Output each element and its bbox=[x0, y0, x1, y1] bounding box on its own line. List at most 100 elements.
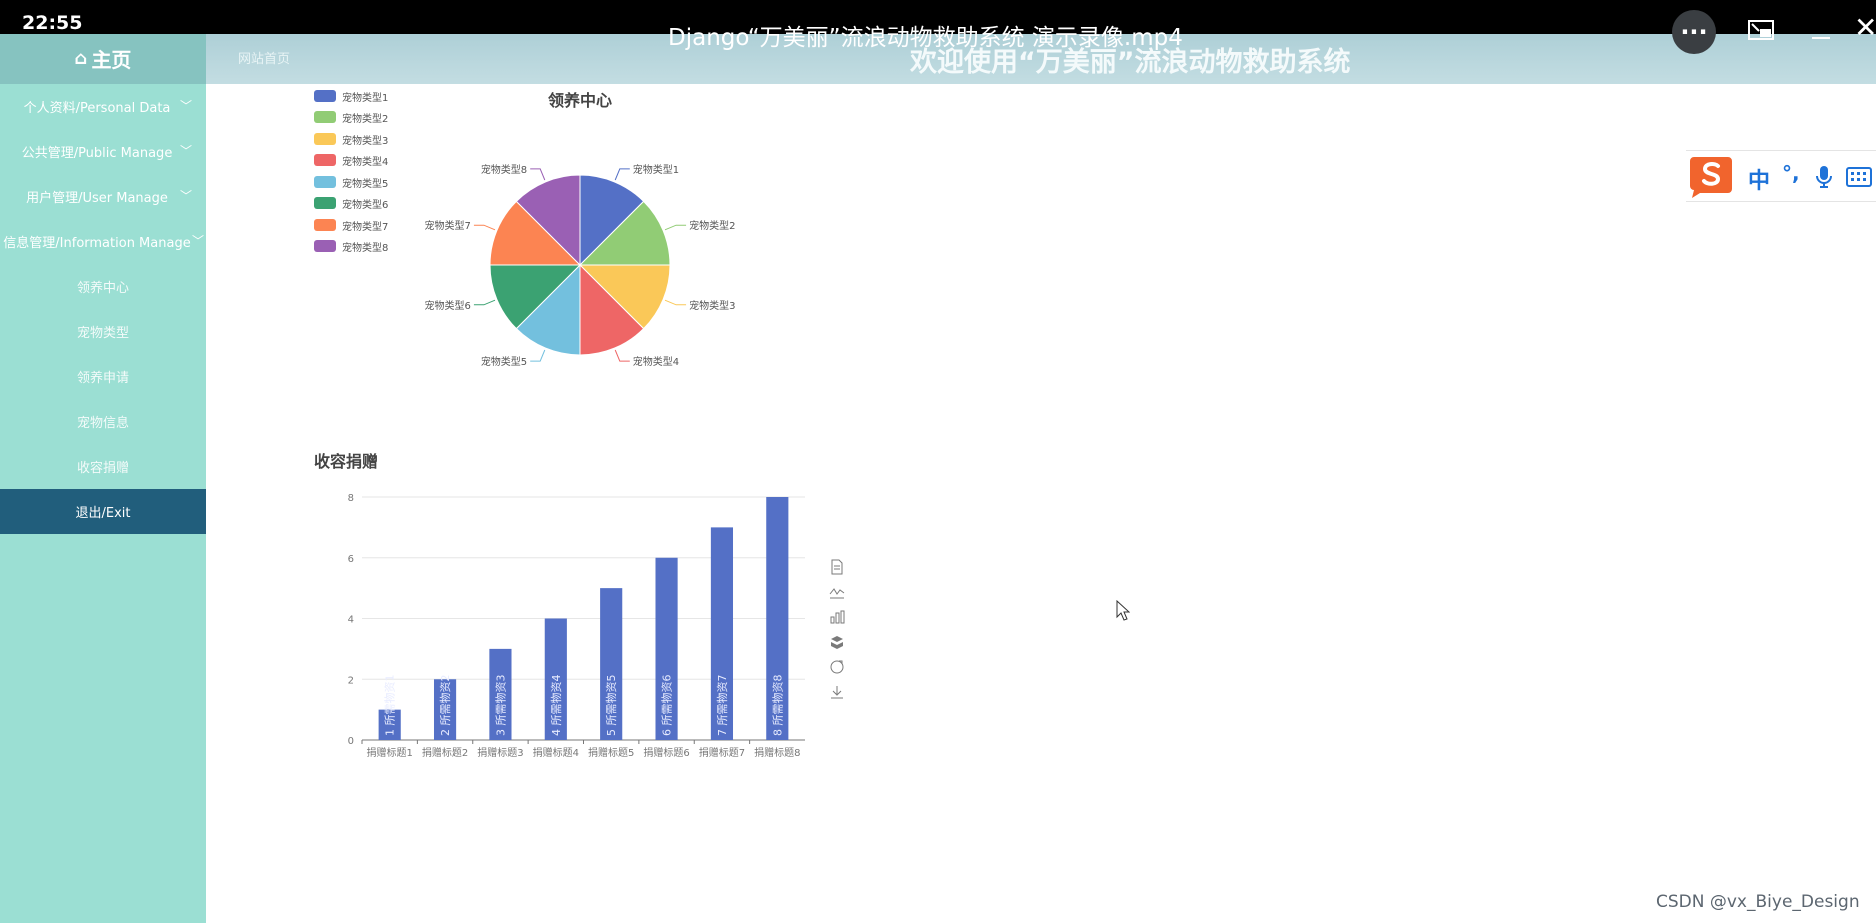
pie-slice-label: 宠物类型8 bbox=[481, 163, 527, 176]
menu-label: 个人资料/Personal Data bbox=[23, 101, 171, 116]
microphone-icon[interactable] bbox=[1814, 165, 1834, 189]
x-tick-label: 捐赠标题2 bbox=[422, 746, 468, 759]
menu-user-manage[interactable]: 用户管理/User Manage ﹀ bbox=[0, 174, 206, 219]
legend-item[interactable]: 宠物类型1 bbox=[314, 89, 404, 104]
submenu-shelter-donation[interactable]: 收容捐赠 bbox=[0, 444, 206, 489]
sogou-logo-icon[interactable] bbox=[1686, 151, 1734, 199]
submenu-exit[interactable]: 退出/Exit bbox=[0, 489, 206, 534]
restore-button[interactable] bbox=[826, 654, 848, 679]
download-button[interactable] bbox=[826, 679, 848, 704]
home-icon: ⌂ bbox=[74, 47, 88, 69]
submenu-pet-type[interactable]: 宠物类型 bbox=[0, 309, 206, 354]
data-view-icon bbox=[831, 559, 843, 574]
bar-value-label: 1 所需物资1 bbox=[383, 675, 397, 737]
bar-chart: 0 2 4 6 8 1 所需物资1 捐赠标题1 2 所需物资2 捐赠标题2 3 所需物资3 捐赠标题… bbox=[348, 493, 805, 759]
legend-label: 宠物类型2 bbox=[342, 113, 389, 125]
pie-slice-label: 宠物类型5 bbox=[481, 355, 527, 368]
y-tick-label: 6 bbox=[348, 554, 354, 565]
close-button[interactable]: ✕ bbox=[1854, 14, 1876, 42]
pie-label-line bbox=[614, 349, 630, 362]
more-options-button[interactable]: ··· bbox=[1672, 10, 1716, 54]
y-tick-label: 4 bbox=[348, 615, 354, 626]
menu-label: 用户管理/User Manage bbox=[26, 191, 168, 206]
stack-button[interactable] bbox=[826, 629, 848, 654]
pie-slice-label: 宠物类型4 bbox=[633, 355, 679, 368]
chevron-down-icon: ﹀ bbox=[179, 189, 192, 203]
site-home-link[interactable]: 网站首页 bbox=[238, 48, 290, 67]
submenu-adoption-application[interactable]: 领养申请 bbox=[0, 354, 206, 399]
x-tick-label: 捐赠标题5 bbox=[588, 746, 634, 759]
menu-label: 公共管理/Public Manage bbox=[21, 146, 173, 161]
submenu-adoption-center[interactable]: 领养中心 bbox=[0, 264, 206, 309]
chevron-down-icon: ﹀ bbox=[191, 234, 204, 248]
legend-label: 宠物类型1 bbox=[342, 92, 389, 104]
data-view-button[interactable] bbox=[826, 554, 848, 579]
minimize-icon bbox=[1812, 37, 1830, 39]
pie-label-line bbox=[664, 224, 687, 231]
legend-swatch bbox=[314, 240, 336, 252]
menu-label: 信息管理/Information Manage bbox=[3, 236, 191, 251]
ime-punctuation-toggle[interactable]: °, bbox=[1782, 161, 1800, 185]
y-tick-label: 8 bbox=[348, 493, 354, 504]
x-tick-label: 捐赠标题3 bbox=[477, 746, 523, 759]
legend-swatch bbox=[314, 111, 336, 123]
legend-swatch bbox=[314, 90, 336, 102]
pie-slice-label: 宠物类型7 bbox=[425, 219, 471, 232]
x-tick-label: 捐赠标题1 bbox=[367, 746, 413, 759]
close-icon: ✕ bbox=[1854, 14, 1876, 42]
pie-slice-label: 宠物类型3 bbox=[689, 299, 735, 312]
pie-chart-title: 领养中心 bbox=[548, 91, 613, 110]
legend-swatch bbox=[314, 154, 336, 166]
legend-item[interactable]: 宠物类型3 bbox=[314, 132, 404, 147]
pie-label-line bbox=[614, 168, 630, 181]
more-icon: ··· bbox=[1680, 18, 1708, 46]
restore-icon bbox=[830, 660, 844, 673]
bar-chart-icon bbox=[830, 610, 845, 623]
home-label: 主页 bbox=[91, 47, 132, 72]
keyboard-icon[interactable] bbox=[1846, 167, 1872, 187]
ime-toolbar: 中 °, bbox=[1686, 150, 1876, 202]
bar-value-label: 3 所需物资3 bbox=[493, 675, 507, 737]
bar-value-label: 5 所需物资5 bbox=[604, 675, 618, 737]
bar-chart-button[interactable] bbox=[826, 604, 848, 629]
bar-value-label: 7 所需物资7 bbox=[715, 675, 729, 737]
x-tick-label: 捐赠标题7 bbox=[699, 746, 745, 759]
legend-label: 宠物类型3 bbox=[342, 135, 389, 147]
menu-personal-data[interactable]: 个人资料/Personal Data ﹀ bbox=[0, 84, 206, 129]
pie-label-line bbox=[664, 299, 687, 306]
chart-toolbox bbox=[826, 554, 848, 704]
pie-chart: 宠物类型1 宠物类型2 宠物类型3 宠物类型4 宠物类型5 宠物类型6 宠物类型7 宠物类型8 bbox=[425, 163, 736, 368]
x-tick-label: 捐赠标题4 bbox=[533, 746, 579, 759]
sidebar: 个人资料/Personal Data ﹀ 公共管理/Public Manage … bbox=[0, 84, 206, 923]
pie-slice-label: 宠物类型6 bbox=[425, 299, 471, 312]
clock: 22:55 bbox=[22, 12, 83, 34]
bar-value-label: 6 所需物资6 bbox=[660, 675, 674, 737]
download-icon bbox=[831, 685, 843, 698]
legend-swatch bbox=[314, 197, 336, 209]
pie-label-line bbox=[530, 349, 546, 362]
home-link[interactable]: ⌂ 主页 bbox=[0, 32, 206, 84]
menu-information-manage[interactable]: 信息管理/Information Manage ﹀ bbox=[0, 219, 206, 264]
minimize-button[interactable] bbox=[1808, 18, 1834, 44]
legend-swatch bbox=[314, 133, 336, 145]
menu-public-manage[interactable]: 公共管理/Public Manage ﹀ bbox=[0, 129, 206, 174]
line-chart-button[interactable] bbox=[826, 579, 848, 604]
pie-label-line bbox=[473, 224, 496, 231]
picture-in-picture-button[interactable] bbox=[1746, 18, 1776, 44]
line-chart-icon bbox=[829, 587, 845, 598]
watermark: CSDN @vx_Biye_Design bbox=[1656, 892, 1860, 912]
video-title: Django“万美丽”流浪动物救助系统 演示录像.mp4 bbox=[668, 25, 1183, 51]
picture-in-picture-icon bbox=[1748, 20, 1774, 40]
bar-value-label: 4 所需物资4 bbox=[549, 675, 563, 737]
pie-label-line bbox=[530, 168, 546, 181]
ime-mode-toggle[interactable]: 中 bbox=[1748, 163, 1770, 195]
y-tick-label: 0 bbox=[348, 736, 354, 747]
pie-label-line bbox=[473, 299, 496, 306]
chevron-down-icon: ﹀ bbox=[179, 99, 192, 113]
x-tick-label: 捐赠标题6 bbox=[643, 746, 689, 759]
legend-item[interactable]: 宠物类型2 bbox=[314, 110, 404, 125]
chevron-down-icon: ﹀ bbox=[179, 144, 192, 158]
submenu-pet-info[interactable]: 宠物信息 bbox=[0, 399, 206, 444]
bar-chart-title: 收容捐赠 bbox=[314, 452, 379, 471]
x-tick-label: 捐赠标题8 bbox=[754, 746, 800, 759]
